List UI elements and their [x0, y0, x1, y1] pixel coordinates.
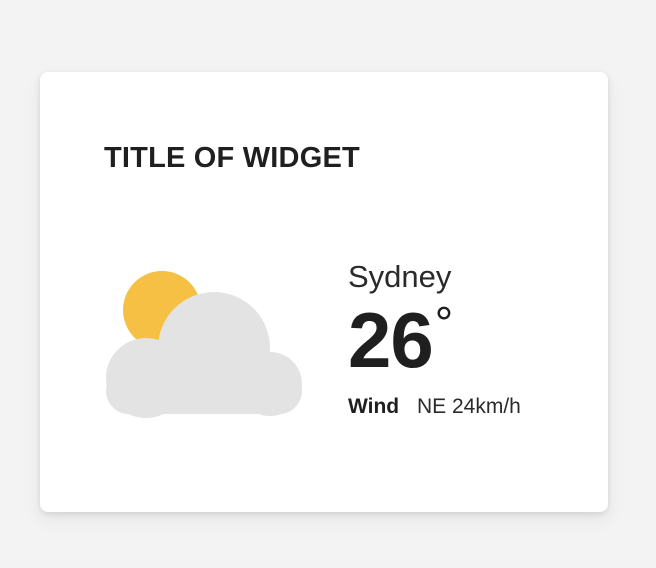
temperature: 26° [348, 298, 588, 382]
weather-info: Sydney 26° Wind NE 24km/h [348, 258, 588, 420]
wind-value: NE 24km/h [416, 395, 521, 418]
wind-label: Wind [348, 395, 400, 418]
widget-title: TITLE OF WIDGET [104, 142, 360, 174]
city-name: Sydney [348, 259, 452, 294]
degree-symbol: ° [434, 297, 453, 349]
weather-widget-card: TITLE OF WIDGET Sydney 26° Wind NE 24km/… [40, 72, 608, 512]
partly-cloudy-icon [106, 271, 302, 418]
wind-row: Wind NE 24km/h [348, 394, 588, 420]
temperature-value: 26 [348, 296, 434, 384]
